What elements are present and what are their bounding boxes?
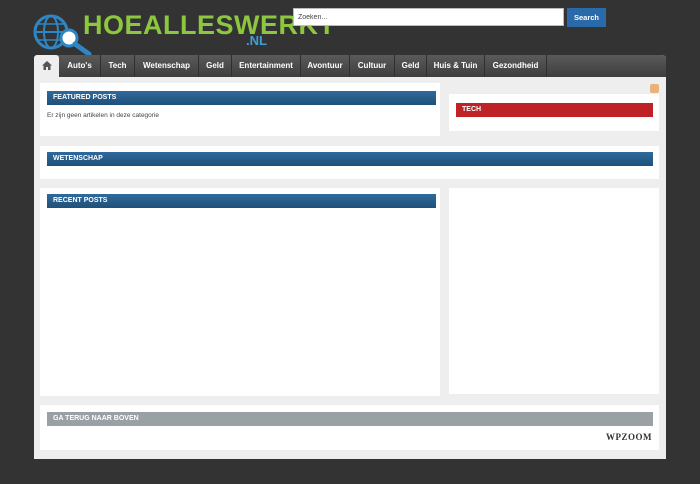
nav-item-geld[interactable]: Geld [199,55,232,77]
wetenschap-box: WETENSCHAP [40,146,659,179]
nav-item-wetenschap[interactable]: Wetenschap [135,55,199,77]
featured-empty-message: Er zijn geen artikelen in deze categorie [47,112,160,119]
nav-item-gezondheid[interactable]: Gezondheid [485,55,547,77]
site-logo[interactable]: HOEALLESWERKT .NL [33,10,335,56]
wetenschap-title: WETENSCHAP [47,152,653,166]
main-nav: Auto's Tech Wetenschap Geld Entertainmen… [34,55,666,77]
nav-item-autos[interactable]: Auto's [59,55,101,77]
sidebar-box [449,188,659,394]
nav-home[interactable] [34,55,59,77]
nav-item-avontuur[interactable]: Avontuur [301,55,350,77]
nav-item-tech[interactable]: Tech [101,55,135,77]
recent-posts-title: RECENT POSTS [47,194,436,208]
nav-item-entertainment[interactable]: Entertainment [232,55,301,77]
featured-posts-title: FEATURED POSTS [47,91,436,105]
nav-item-huis-tuin[interactable]: Huis & Tuin [427,55,485,77]
nav-item-geld-2[interactable]: Geld [395,55,427,77]
search-button[interactable]: Search [567,8,606,27]
rss-icon[interactable] [650,84,659,93]
tech-widget-title: TECH [456,103,653,117]
back-to-top-link[interactable]: GA TERUG NAAR BOVEN [47,412,653,426]
nav-item-cultuur[interactable]: Cultuur [350,55,395,77]
featured-posts-box: FEATURED POSTS Er zijn geen artikelen in… [40,83,440,136]
logo-suffix: .NL [246,33,267,48]
main-content: Auto's Tech Wetenschap Geld Entertainmen… [34,55,666,459]
tech-widget: TECH [449,94,659,131]
recent-posts-box: RECENT POSTS [40,188,440,396]
footer-box: GA TERUG NAAR BOVEN [40,405,659,450]
wpzoom-credit[interactable]: WPZOOM [606,432,652,442]
search-input[interactable] [293,8,564,26]
home-icon [41,61,52,70]
